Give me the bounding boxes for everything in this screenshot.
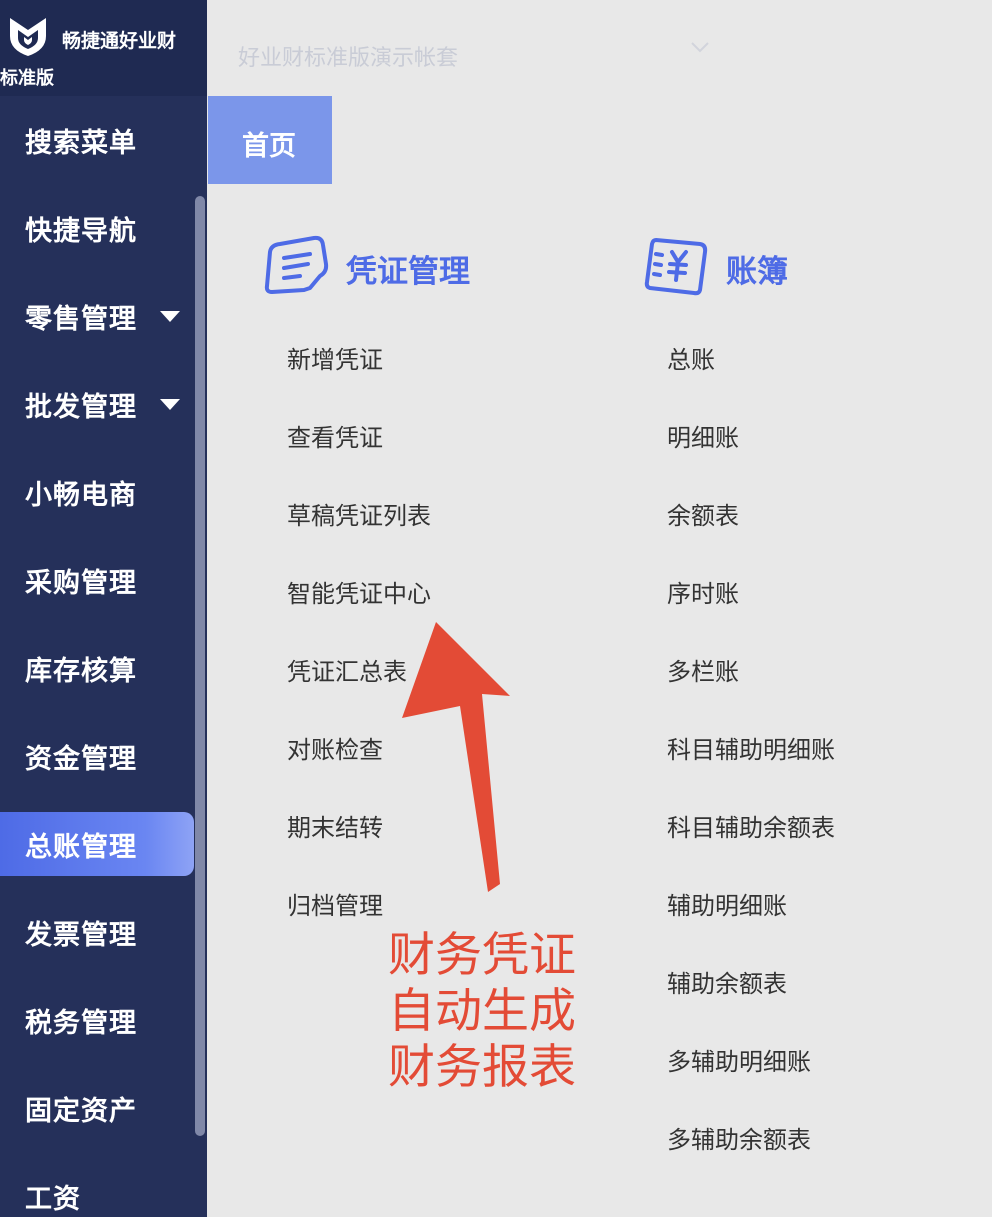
link-multi-aux-balance[interactable]: 多辅助余额表 <box>667 1120 811 1155</box>
link-view-voucher[interactable]: 查看凭证 <box>287 418 383 453</box>
link-detail-ledger[interactable]: 明细账 <box>667 418 739 453</box>
link-journal[interactable]: 序时账 <box>667 574 739 609</box>
sidebar-item-payroll[interactable]: 工资 <box>0 1164 194 1217</box>
ledger-icon <box>644 238 708 296</box>
link-aux-detail[interactable]: 辅助明细账 <box>667 886 787 921</box>
sidebar-item-retail[interactable]: 零售管理 <box>0 284 194 348</box>
sidebar-item-ecommerce[interactable]: 小畅电商 <box>0 460 194 524</box>
link-multi-aux-detail[interactable]: 多辅助明细账 <box>667 1042 811 1077</box>
sidebar-item-purchase[interactable]: 采购管理 <box>0 548 194 612</box>
sidebar-item-invoice[interactable]: 发票管理 <box>0 900 194 964</box>
annotation-arrow-icon <box>402 622 510 892</box>
sidebar: 畅捷通好业财 标准版 搜索菜单 快捷导航 零售管理 批发管理 小畅电商 采购管理… <box>0 0 207 1217</box>
section-title-ledger: 账簿 <box>726 254 788 290</box>
voucher-icon <box>264 235 329 294</box>
brand-header: 畅捷通好业财 标准版 <box>0 0 207 96</box>
sidebar-item-tax[interactable]: 税务管理 <box>0 988 194 1052</box>
link-general-ledger[interactable]: 总账 <box>667 340 715 375</box>
caret-down-icon <box>160 399 180 410</box>
link-balance-sheet[interactable]: 余额表 <box>667 496 739 531</box>
sidebar-item-general-ledger[interactable]: 总账管理 <box>0 812 194 876</box>
link-reconciliation-check[interactable]: 对账检查 <box>287 730 383 765</box>
annotation-line: 自动生成 <box>388 984 576 1039</box>
section-title-voucher: 凭证管理 <box>346 254 470 290</box>
brand-logo-icon <box>10 18 46 56</box>
link-new-voucher[interactable]: 新增凭证 <box>287 340 383 375</box>
sidebar-item-label: 固定资产 <box>25 1096 137 1127</box>
sidebar-item-quick-nav[interactable]: 快捷导航 <box>0 196 194 260</box>
sidebar-item-label: 小畅电商 <box>25 480 137 511</box>
sidebar-item-wholesale[interactable]: 批发管理 <box>0 372 194 436</box>
tab-home[interactable]: 首页 <box>208 96 332 184</box>
sidebar-item-label: 搜索菜单 <box>25 128 137 159</box>
link-account-aux-detail[interactable]: 科目辅助明细账 <box>667 730 835 765</box>
link-period-end-close[interactable]: 期末结转 <box>287 808 383 843</box>
sidebar-item-label: 资金管理 <box>25 744 137 775</box>
annotation-line: 财务报表 <box>388 1040 576 1095</box>
sidebar-scrollbar[interactable] <box>195 196 205 1136</box>
sidebar-item-fixed-assets[interactable]: 固定资产 <box>0 1076 194 1140</box>
sidebar-item-search-menu[interactable]: 搜索菜单 <box>0 108 194 172</box>
sidebar-item-inventory[interactable]: 库存核算 <box>0 636 194 700</box>
annotation-text: 财务凭证 自动生成 财务报表 <box>388 928 576 1096</box>
link-draft-voucher-list[interactable]: 草稿凭证列表 <box>287 496 431 531</box>
sidebar-item-label: 零售管理 <box>25 304 137 335</box>
link-account-aux-balance[interactable]: 科目辅助余额表 <box>667 808 835 843</box>
sidebar-item-label: 库存核算 <box>25 656 137 687</box>
sidebar-item-label: 总账管理 <box>25 832 137 863</box>
link-smart-voucher-center[interactable]: 智能凭证中心 <box>287 574 431 609</box>
sidebar-item-label: 发票管理 <box>25 920 137 951</box>
sidebar-item-label: 批发管理 <box>25 392 137 423</box>
link-aux-balance[interactable]: 辅助余额表 <box>667 964 787 999</box>
brand-name: 畅捷通好业财 <box>62 30 177 52</box>
link-archive-management[interactable]: 归档管理 <box>287 886 383 921</box>
caret-down-icon <box>160 311 180 322</box>
sidebar-item-funds[interactable]: 资金管理 <box>0 724 194 788</box>
annotation-line: 财务凭证 <box>388 928 576 983</box>
tab-label: 首页 <box>242 131 296 162</box>
link-voucher-summary[interactable]: 凭证汇总表 <box>287 652 407 687</box>
account-select[interactable]: 好业财标准版演示帐套 <box>238 40 458 72</box>
sidebar-item-label: 采购管理 <box>25 568 137 599</box>
chevron-down-icon[interactable] <box>690 40 710 54</box>
sidebar-item-label: 税务管理 <box>25 1008 137 1039</box>
link-multi-column-ledger[interactable]: 多栏账 <box>667 652 739 687</box>
sidebar-item-label: 工资 <box>25 1184 81 1215</box>
sidebar-item-label: 快捷导航 <box>25 216 137 247</box>
brand-edition: 标准版 <box>0 68 54 89</box>
